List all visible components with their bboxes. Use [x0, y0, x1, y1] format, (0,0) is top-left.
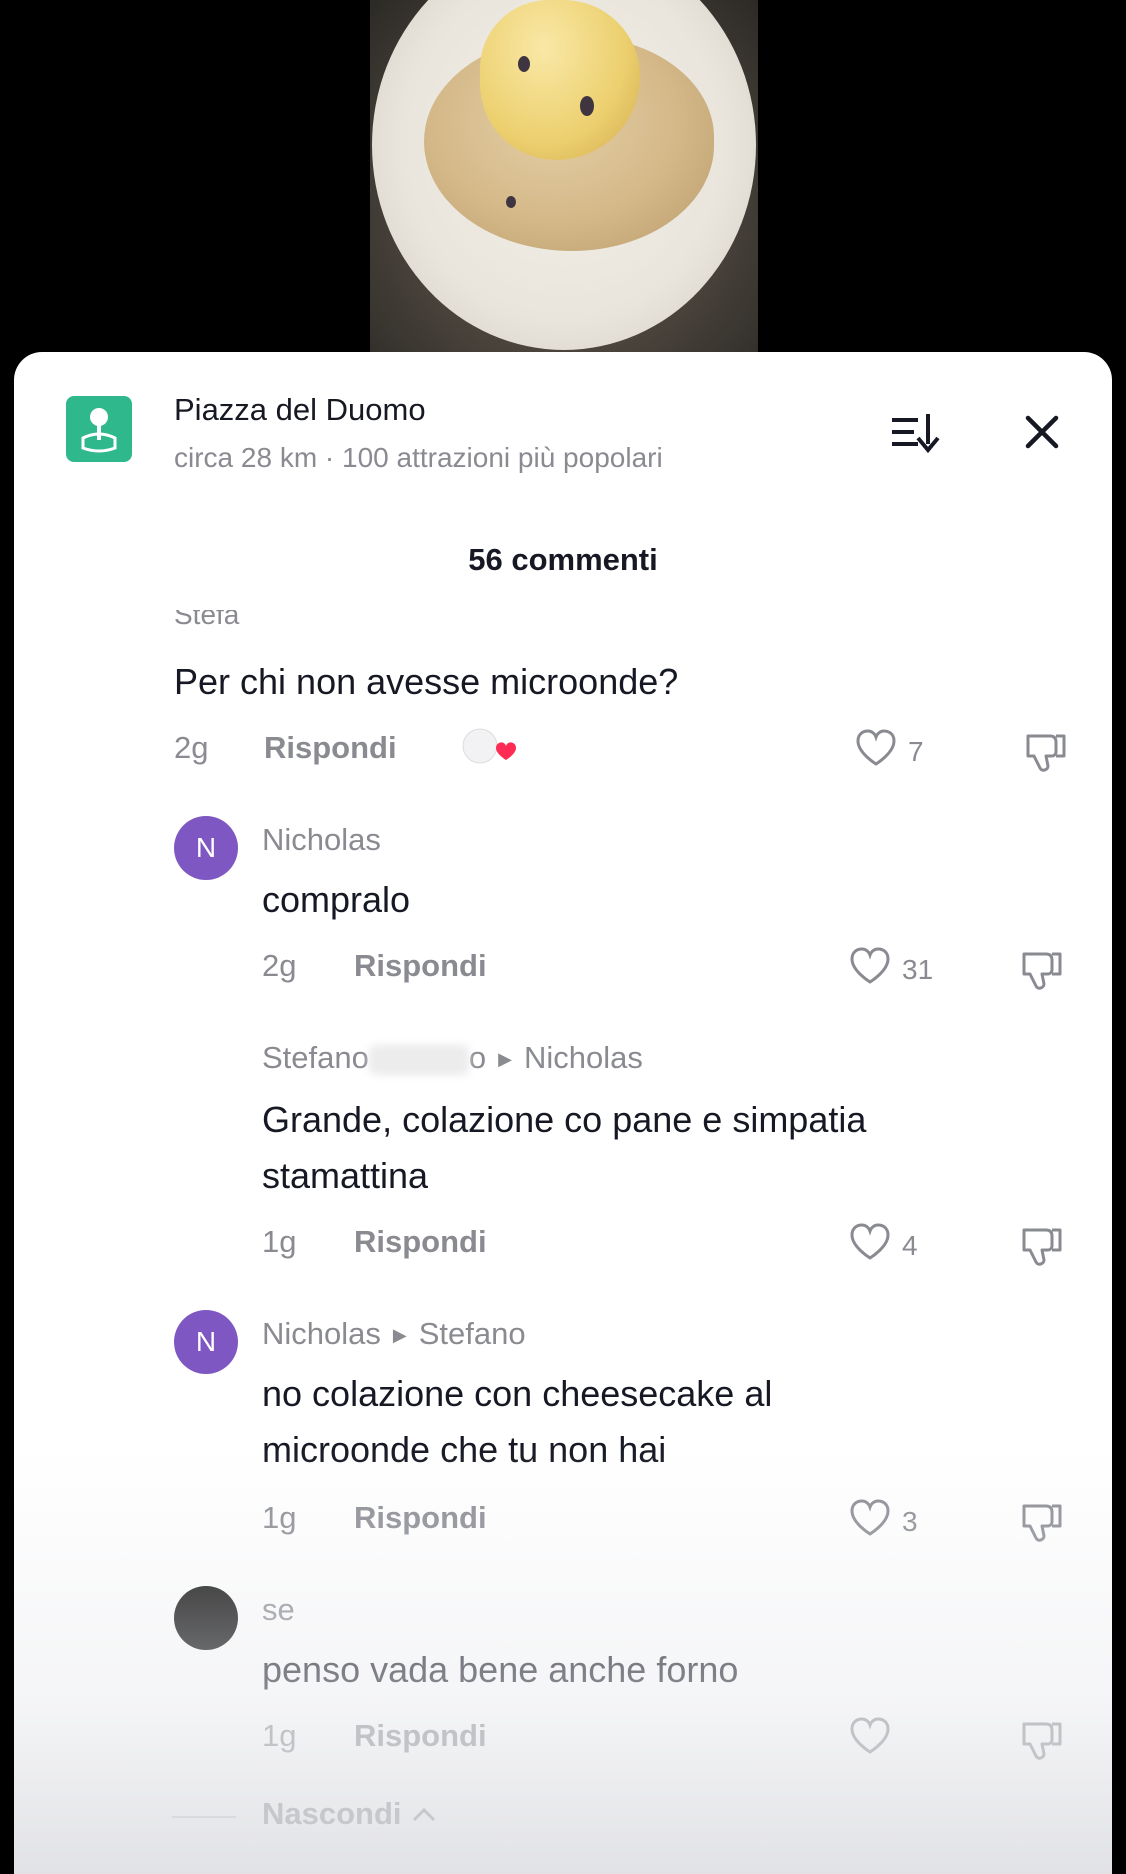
like-button[interactable]: 4 [848, 1222, 918, 1269]
location-pin-icon[interactable] [66, 396, 132, 462]
heart-icon [848, 946, 892, 993]
reply-button[interactable]: Rispondi [354, 948, 487, 984]
reply-button[interactable]: Rispondi [264, 730, 397, 766]
comments-sheet: Piazza del Duomo circa 28 km · 100 attra… [14, 352, 1112, 1874]
avatar[interactable]: N [174, 1310, 238, 1374]
reply-button[interactable]: Rispondi [354, 1718, 487, 1754]
location-subtitle: circa 28 km · 100 attrazioni più popolar… [174, 442, 663, 473]
comment-username[interactable]: Nicholas ▶ Stefano [262, 1316, 526, 1352]
avatar[interactable] [174, 1586, 238, 1650]
comment-username[interactable]: se [262, 1592, 295, 1628]
dislike-icon[interactable] [1016, 1714, 1066, 1764]
heart-icon [854, 728, 898, 775]
heart-icon [848, 1716, 892, 1763]
like-count: 4 [902, 1229, 918, 1261]
comment-text: Per chi non avesse microonde? [174, 661, 679, 702]
like-button[interactable]: 3 [848, 1498, 918, 1545]
comment-text: Grande, colazione co pane e simpatia sta… [262, 1099, 867, 1196]
chevron-up-icon [410, 1796, 438, 1831]
comment-text: no colazione con cheesecake al microonde… [262, 1373, 773, 1470]
like-button[interactable]: 31 [848, 946, 933, 993]
reply-arrow-icon: ▶ [392, 1325, 407, 1346]
divider [172, 1816, 236, 1818]
heart-icon [848, 1498, 892, 1545]
like-count: 3 [902, 1505, 918, 1537]
dislike-icon[interactable] [1020, 726, 1070, 776]
berry-image [580, 96, 594, 116]
like-button[interactable] [848, 1716, 902, 1763]
avatar[interactable]: N [174, 816, 238, 880]
berry-image [518, 56, 530, 72]
comment-text: penso vada bene anche forno [262, 1649, 739, 1690]
dislike-icon[interactable] [1016, 944, 1066, 994]
truncated-username: Stefa [174, 610, 240, 626]
comments-count: 56 commenti [468, 542, 658, 577]
sort-icon[interactable] [884, 404, 944, 460]
reply-button[interactable]: Rispondi [354, 1500, 487, 1536]
comment-text: compralo [262, 879, 411, 920]
like-count: 31 [902, 953, 934, 985]
comment-time: 2g [174, 730, 209, 765]
reply-arrow-icon: ▶ [498, 1049, 512, 1070]
dislike-icon[interactable] [1016, 1496, 1066, 1546]
comment-username[interactable]: Nicholas [262, 822, 381, 858]
dislike-icon[interactable] [1016, 1220, 1066, 1270]
hide-replies-button[interactable]: Nascondi [262, 1796, 438, 1832]
like-button[interactable]: 7 [854, 728, 924, 775]
reply-button[interactable]: Rispondi [354, 1224, 487, 1260]
video-player[interactable] [370, 0, 758, 360]
heart-icon [848, 1222, 892, 1269]
redacted-name [368, 1044, 469, 1075]
close-icon[interactable] [1014, 404, 1070, 460]
berry-image [506, 196, 516, 208]
comment-time: 2g [262, 948, 297, 983]
location-title[interactable]: Piazza del Duomo [174, 392, 426, 428]
like-count: 7 [908, 735, 924, 767]
comment-time: 1g [262, 1224, 297, 1259]
comment-username[interactable]: Stefano o ▶ Nicholas [262, 1040, 643, 1076]
comment-time: 1g [262, 1718, 297, 1753]
comment-time: 1g [262, 1500, 297, 1535]
creator-liked-badge-icon [460, 726, 516, 770]
